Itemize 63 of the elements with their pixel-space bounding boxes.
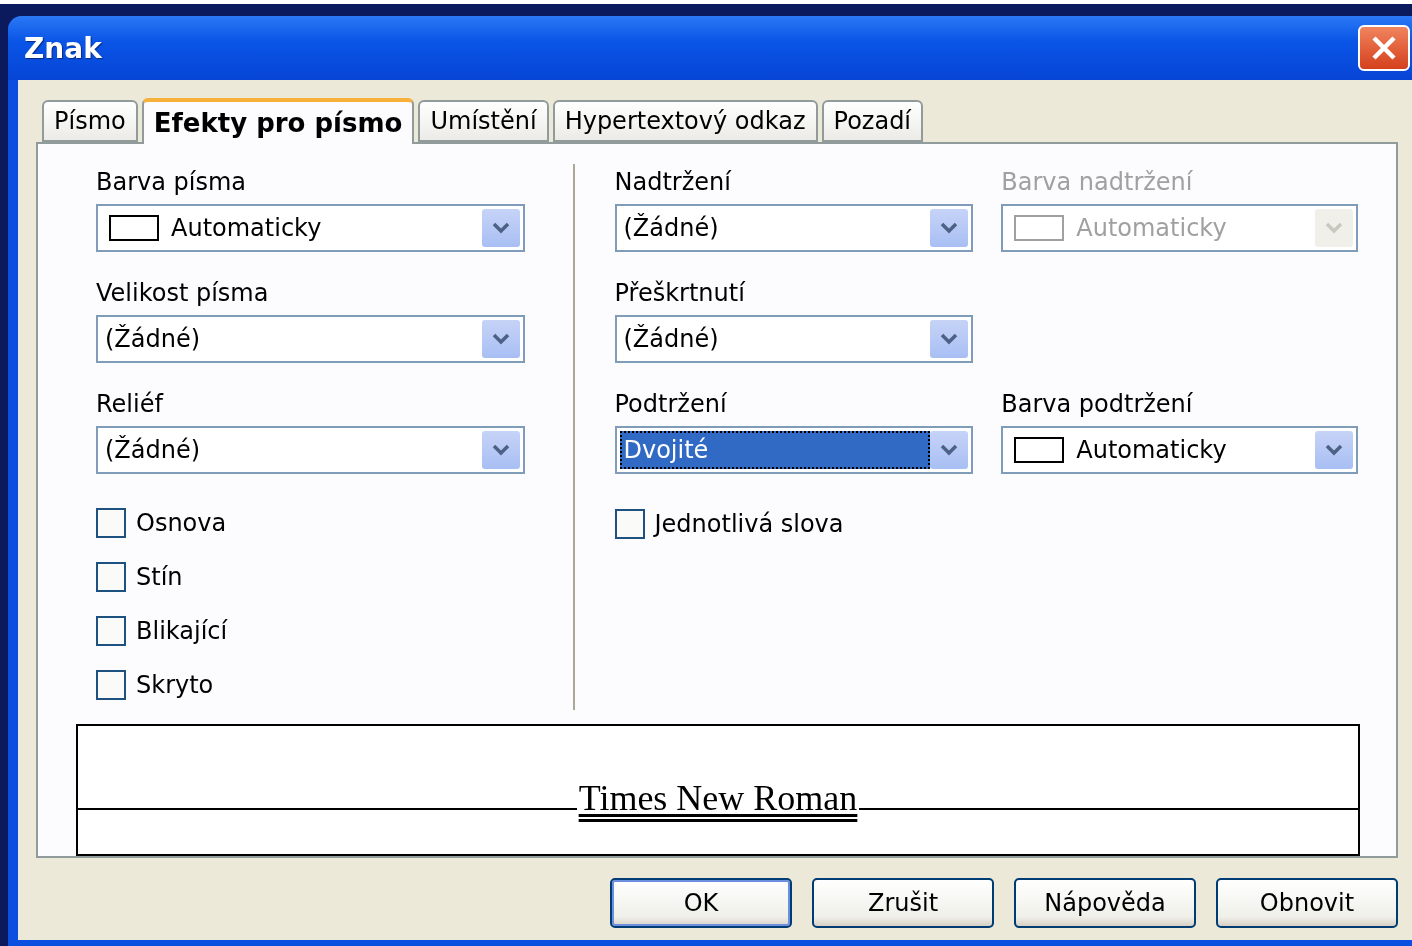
chevron-down-icon	[490, 331, 511, 346]
field-label: Nadtržení	[614, 167, 731, 198]
dropdown[interactable]: (Žádné)	[96, 314, 525, 363]
field-label: Reliéf	[96, 388, 163, 420]
chevron-down-icon	[1324, 443, 1344, 457]
color-swatch	[1014, 215, 1065, 241]
dropdown-value: Automaticky	[1006, 431, 1315, 469]
color-swatch	[1014, 437, 1065, 463]
chevron-down-icon	[490, 442, 511, 457]
dropdown[interactable]: (Žádné)	[614, 204, 974, 252]
dropdown-arrow-button[interactable]	[930, 431, 969, 469]
dropdown-arrow-button[interactable]	[1315, 431, 1353, 469]
dialog-button[interactable]: Obnovit	[1216, 878, 1398, 928]
window-title: Znak	[24, 31, 102, 65]
checkbox[interactable]	[614, 509, 645, 539]
field-label: Barva podtržení	[1001, 389, 1193, 420]
dropdown-value: (Žádné)	[104, 323, 202, 355]
chevron-down-icon	[939, 332, 960, 346]
dialog-button[interactable]: OK	[610, 878, 792, 928]
dialog-button[interactable]: Nápověda	[1014, 878, 1196, 928]
checkbox-label: Jednotlivá slova	[654, 510, 844, 538]
dropdown[interactable]: (Žádné)	[614, 315, 974, 363]
checkbox-label: Blikající	[136, 617, 228, 646]
tab[interactable]: Pozadí	[821, 100, 924, 142]
close-icon	[1370, 34, 1398, 62]
field-label: Podtržení	[614, 389, 727, 420]
tab[interactable]: Písmo	[42, 100, 138, 142]
dropdown-value: Automaticky	[101, 209, 482, 247]
checkbox-label: Stín	[136, 563, 183, 592]
color-swatch	[109, 215, 159, 241]
tab[interactable]: Umístění	[418, 100, 549, 142]
checkbox[interactable]	[96, 670, 126, 701]
dropdown-value: (Žádné)	[104, 434, 202, 466]
dropdown-arrow-button[interactable]	[481, 209, 520, 247]
dropdown-value: Automaticky	[1006, 209, 1315, 247]
dropdown[interactable]: Automaticky	[96, 204, 525, 252]
dropdown-arrow-button[interactable]	[481, 319, 520, 358]
tab[interactable]: Hypertextový odkaz	[552, 100, 818, 142]
dropdown-value: Dvojité	[619, 431, 931, 469]
dropdown-arrow-button[interactable]	[930, 320, 969, 358]
field-label: Barva nadtržení	[1001, 167, 1193, 198]
field-label: Barva písma	[96, 167, 247, 198]
checkbox[interactable]	[96, 562, 126, 593]
tab[interactable]: Efekty pro písmo	[141, 98, 415, 144]
chevron-down-icon	[939, 221, 960, 235]
dropdown-arrow-button[interactable]	[930, 209, 969, 247]
dropdown[interactable]: Automaticky	[1001, 426, 1358, 474]
chevron-down-icon	[1324, 221, 1344, 235]
dropdown[interactable]: Dvojité	[614, 426, 974, 474]
dropdown-arrow-button[interactable]	[481, 430, 520, 469]
field-label: Velikost písma	[96, 277, 269, 309]
checkbox-label: Skryto	[136, 671, 214, 700]
field-label: Přeškrtnutí	[614, 278, 745, 309]
close-button[interactable]	[1358, 25, 1410, 71]
dropdown[interactable]: (Žádné)	[96, 425, 525, 474]
checkbox[interactable]	[96, 616, 126, 647]
checkbox[interactable]	[96, 508, 126, 539]
chevron-down-icon	[939, 443, 960, 457]
dialog-button[interactable]: Zrušit	[812, 878, 994, 928]
dropdown-value: (Žádné)	[622, 323, 720, 355]
chevron-down-icon	[490, 221, 511, 235]
checkbox-label: Osnova	[136, 509, 227, 538]
dropdown-value: (Žádné)	[622, 212, 720, 244]
